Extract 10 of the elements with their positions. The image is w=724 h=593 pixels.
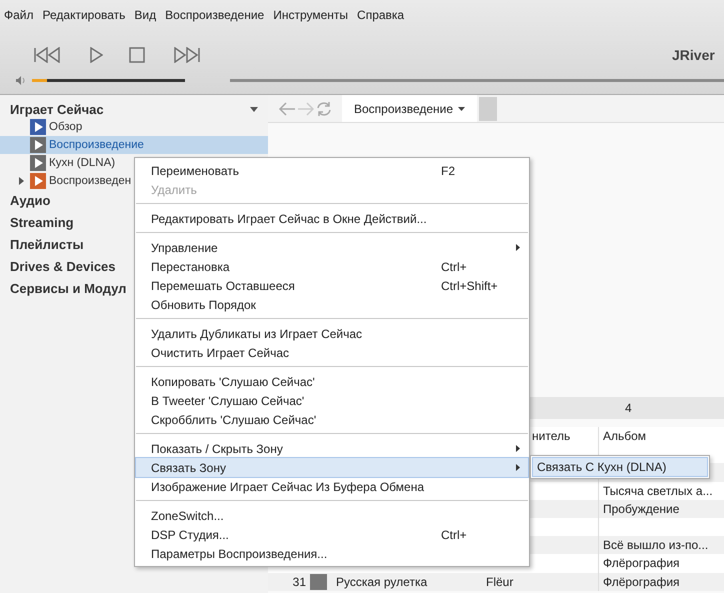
table-cell: Флёрография xyxy=(603,574,680,589)
table-cell: Всё вышло из-по... xyxy=(603,538,708,552)
track-number: 31 xyxy=(292,574,306,589)
table-cell: Flëur xyxy=(486,574,514,588)
table-cell: Пробуждение xyxy=(603,502,680,516)
table-cell: Русская рулетка xyxy=(336,574,428,589)
column-group-header: 4 xyxy=(625,401,632,415)
table-cell: Тысяча светлых а... xyxy=(603,484,713,498)
app-title: JRiver xyxy=(672,46,716,62)
table-cell: Флёрография xyxy=(603,556,680,570)
